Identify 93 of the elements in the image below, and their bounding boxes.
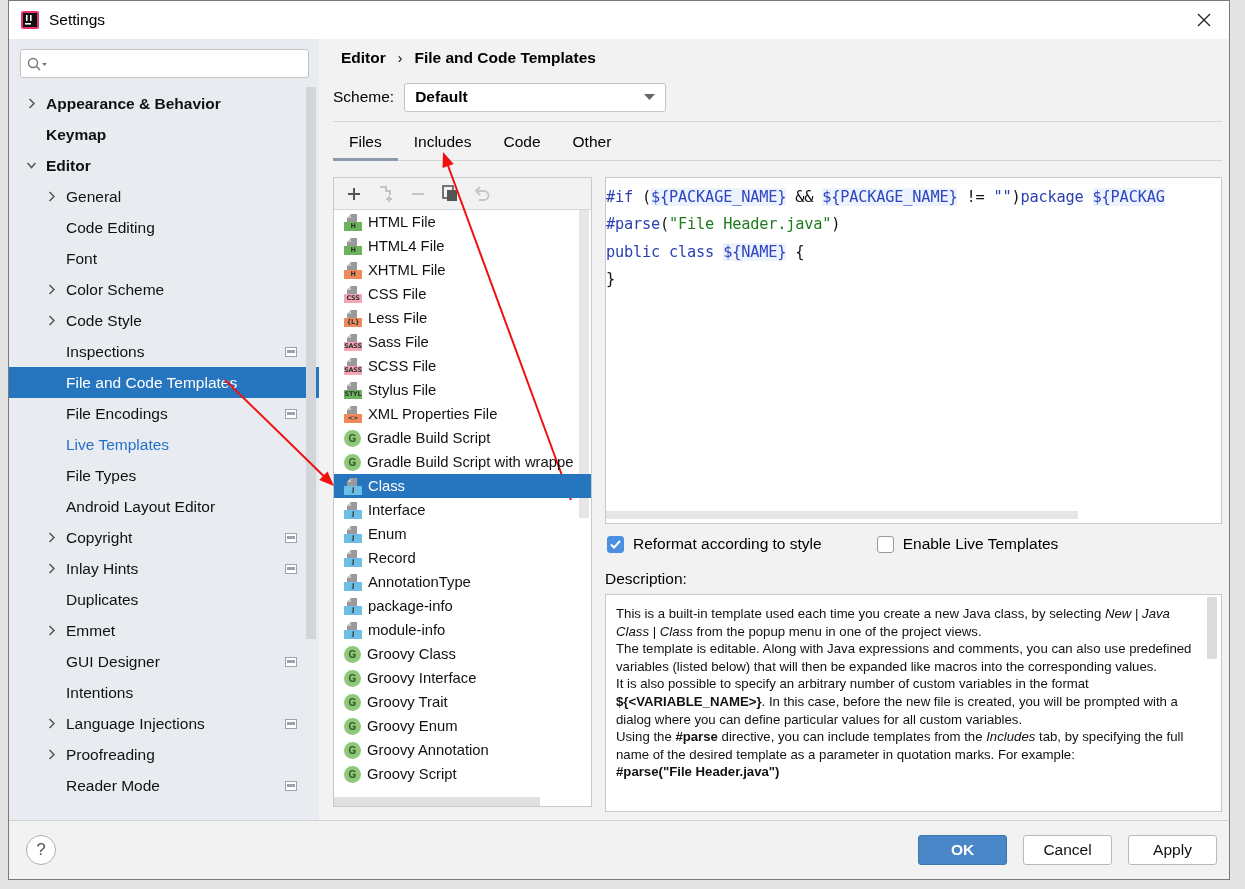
- code-line: #if (${PACKAGE_NAME} && ${PACKAGE_NAME} != "")package ${PACKAG: [606, 186, 1166, 208]
- dialog-button[interactable]: Cancel: [1023, 835, 1112, 865]
- tree-item[interactable]: Language Injections: [9, 708, 319, 739]
- template-item[interactable]: G Groovy Class: [334, 642, 591, 666]
- tree-item[interactable]: Appearance & Behavior: [9, 88, 319, 119]
- close-icon[interactable]: [1197, 13, 1211, 27]
- tree-item[interactable]: Emmet: [9, 615, 319, 646]
- tree-item[interactable]: File Types: [9, 460, 319, 491]
- description-text: This is a built-in template used each time you create a new Java class, by selecting New | Java Class | Class from the popup menu in one of the project views.: [616, 605, 1171, 641]
- tree-item[interactable]: Copyright: [9, 522, 319, 553]
- tree-item[interactable]: Editor: [9, 150, 319, 181]
- minus-icon: [411, 191, 425, 196]
- chevron-icon[interactable]: [47, 563, 56, 574]
- tree-item[interactable]: Keymap: [9, 119, 319, 150]
- scrollbar[interactable]: [334, 797, 540, 806]
- tree-item[interactable]: Reader Mode: [9, 770, 319, 801]
- letter-circle-icon: G: [344, 645, 361, 663]
- chevron-icon[interactable]: [47, 749, 56, 760]
- tree-item[interactable]: General: [9, 181, 319, 212]
- letter-circle-icon: G: [344, 765, 361, 783]
- template-item[interactable]: G Groovy Script: [334, 762, 591, 786]
- scrollbar[interactable]: [606, 511, 1078, 519]
- description-text: It is also possible to specify an arbitrary number of custom variables in the format ${<VARIABLE_NAME>}. In this case, before the new file is created, you will be prompted with a dialog where you can define particular values for all custom variables.: [616, 675, 1179, 729]
- checkmark-icon: [610, 539, 621, 549]
- description-text: The template is editable. Along with Java expressions and comments, you can also use predefined variables (listed below) that will then be expanded like macros into the corresponding values.: [616, 640, 1193, 676]
- breadcrumb-item: Editor: [341, 49, 386, 67]
- letter-circle-icon: G: [344, 453, 361, 471]
- code-line: #parse("File Header.java"): [606, 214, 842, 236]
- tree-item[interactable]: File and Code Templates: [9, 367, 319, 398]
- description-label: Description:: [605, 569, 688, 589]
- tree-item[interactable]: Android Layout Editor: [9, 491, 319, 522]
- tree-item[interactable]: Font: [9, 243, 319, 274]
- dialog-button[interactable]: OK: [918, 835, 1007, 865]
- code-line: }: [606, 269, 616, 291]
- template-item[interactable]: G Groovy Enum: [334, 714, 591, 738]
- undo-icon: [474, 185, 490, 202]
- scheme-label: Scheme:: [333, 88, 395, 106]
- letter-circle-icon: G: [344, 741, 361, 759]
- dropdown-caret-icon: [644, 94, 656, 100]
- scrollbar[interactable]: [306, 87, 316, 639]
- chevron-icon[interactable]: [47, 718, 56, 729]
- template-item[interactable]: G Gradle Build Script: [334, 426, 591, 450]
- letter-circle-icon: G: [344, 669, 361, 687]
- scheme-dropdown[interactable]: Default: [404, 82, 667, 112]
- tree-item[interactable]: Code Style: [9, 305, 319, 336]
- template-item[interactable]: G Groovy Interface: [334, 666, 591, 690]
- template-item[interactable]: G Groovy Trait: [334, 690, 591, 714]
- tree-item[interactable]: Inlay Hints: [9, 553, 319, 584]
- code-line: public class ${NAME} {: [606, 241, 806, 263]
- window-title: Settings: [49, 11, 105, 29]
- letter-circle-icon: G: [344, 717, 361, 735]
- tab[interactable]: Other: [556, 122, 628, 161]
- tree-item[interactable]: Duplicates: [9, 584, 319, 615]
- letter-circle-icon: G: [344, 693, 361, 711]
- document-plus-icon: [378, 184, 394, 203]
- description-text: #parse("File Header.java"): [616, 763, 781, 781]
- tab[interactable]: Code: [487, 122, 557, 161]
- letter-circle-icon: G: [344, 429, 361, 447]
- checkbox-label[interactable]: Enable Live Templates: [902, 535, 1059, 553]
- chevron-icon[interactable]: [47, 532, 56, 543]
- breadcrumb-separator: ›: [397, 50, 403, 66]
- checkbox[interactable]: [876, 535, 894, 553]
- checkbox-label[interactable]: Reformat according to style: [633, 535, 822, 553]
- search-icon: [27, 56, 47, 71]
- copy-icon: [442, 185, 458, 202]
- chevron-icon[interactable]: [47, 284, 56, 295]
- tree-item[interactable]: Code Editing: [9, 212, 319, 243]
- tree-item[interactable]: GUI Designer: [9, 646, 319, 677]
- tab[interactable]: Includes: [397, 122, 488, 161]
- scrollbar[interactable]: [579, 210, 589, 518]
- plus-icon: [347, 186, 361, 201]
- tab[interactable]: Files: [333, 122, 398, 161]
- chevron-icon[interactable]: [27, 160, 36, 171]
- checkbox[interactable]: [607, 535, 624, 553]
- chevron-icon[interactable]: [47, 191, 56, 202]
- chevron-icon[interactable]: [47, 315, 56, 326]
- tree-item[interactable]: Proofreading: [9, 739, 319, 770]
- tree-item[interactable]: Inspections: [9, 336, 319, 367]
- tree-item[interactable]: Color Scheme: [9, 274, 319, 305]
- help-button[interactable]: ?: [26, 835, 56, 865]
- tree-item[interactable]: Live Templates: [9, 429, 319, 460]
- scrollbar[interactable]: [1207, 597, 1217, 659]
- chevron-icon[interactable]: [47, 625, 56, 636]
- dialog-button[interactable]: Apply: [1128, 835, 1217, 865]
- chevron-icon[interactable]: [27, 98, 36, 109]
- code-editor[interactable]: #if (${PACKAGE_NAME} && ${PACKAGE_NAME} != "")package ${PACKAG #parse("File Header.java") public class ${NAME} { }: [605, 177, 1222, 524]
- app-logo-icon: [21, 11, 39, 29]
- description-text: Using the #parse directive, you can include templates from the Includes tab, by specifying the full name of the desired template as a parameter in quotation marks. For example:: [616, 728, 1185, 764]
- search-field[interactable]: [20, 49, 309, 78]
- tree-item[interactable]: File Encodings: [9, 398, 319, 429]
- tree-item[interactable]: Intentions: [9, 677, 319, 708]
- breadcrumb-item: File and Code Templates: [414, 49, 596, 67]
- template-item[interactable]: G Groovy Annotation: [334, 738, 591, 762]
